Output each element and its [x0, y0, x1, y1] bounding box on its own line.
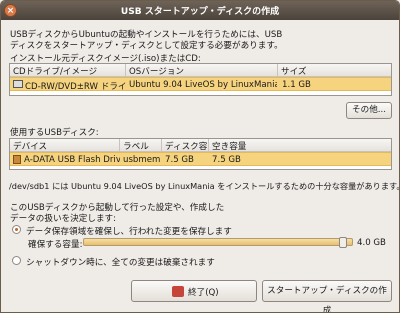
discard-changes-label[interactable]: シャットダウン時に、全ての変更は破棄されます [26, 256, 215, 268]
capacity-status: /dev/sdb1 には Ubuntu 9.04 LiveOS by Linux… [9, 181, 400, 191]
reserve-size-label: 確保する容量: [28, 240, 83, 250]
create-startup-disk-button[interactable]: スタートアップ・ディスクの作成 [262, 280, 392, 312]
quit-icon [172, 286, 184, 297]
source-column-device[interactable]: CDドライブ/イメージ [10, 64, 126, 77]
source-device: CD-RW/DVD±RW ドライブ [25, 82, 126, 92]
source-column-os[interactable]: OSバージョン [126, 64, 278, 77]
other-button[interactable]: その他... [346, 102, 392, 119]
target-label: 使用するUSBディスク: [10, 128, 99, 138]
target-free: 7.5 GB [212, 155, 241, 165]
quit-button-label: 終了(Q) [188, 288, 219, 298]
quit-button[interactable]: 終了(Q) [131, 280, 257, 302]
window-title: USB スタートアップ・ディスクの作成 [120, 7, 280, 17]
target-capacity: 7.5 GB [165, 155, 194, 165]
title-bar[interactable]: × USB スタートアップ・ディスクの作成 [1, 1, 399, 20]
source-size: 1.1 GB [282, 80, 311, 90]
reserve-size-value: 4.0 GB [357, 238, 386, 248]
dialog-window: × USB スタートアップ・ディスクの作成 USBディスクからUbuntuの起動… [0, 0, 400, 313]
target-table: デバイス ラベル ディスク容量 空き容量 A-DATA USB Flash Dr… [9, 138, 392, 170]
save-changes-radio[interactable] [12, 225, 21, 234]
persistence-question-line2: データの扱いを決定します: [10, 214, 117, 224]
source-table: CDドライブ/イメージ OSバージョン サイズ CD-RW/DVD±RW ドライ… [9, 63, 392, 96]
source-os: Ubuntu 9.04 LiveOS by LinuxMania [129, 80, 277, 90]
intro-text-line2: ディスクをスタートアップ・ディスクとして設定する必要があります。 [10, 41, 283, 51]
target-column-free[interactable]: 空き容量 [209, 139, 391, 152]
reserve-size-slider[interactable] [83, 237, 353, 248]
usb-drive-icon [13, 155, 21, 164]
slider-handle[interactable] [339, 237, 347, 248]
discard-changes-radio[interactable] [12, 256, 21, 265]
cd-drive-icon [13, 80, 23, 88]
target-column-label[interactable]: ラベル [120, 139, 162, 152]
source-column-size[interactable]: サイズ [278, 64, 391, 77]
target-device: A-DATA USB Flash Drive [24, 155, 120, 165]
target-row[interactable]: A-DATA USB Flash Drive usbmem 7.5 GB 7.5… [10, 152, 391, 166]
target-column-capacity[interactable]: ディスク容量 [162, 139, 209, 164]
target-column-device[interactable]: デバイス [10, 139, 120, 152]
source-row[interactable]: CD-RW/DVD±RW ドライブ Ubuntu 9.04 LiveOS by … [10, 77, 391, 92]
target-disk-label: usbmem [123, 155, 161, 165]
save-changes-label[interactable]: データ保存領域を確保し、行われた変更を保存します [26, 225, 232, 237]
